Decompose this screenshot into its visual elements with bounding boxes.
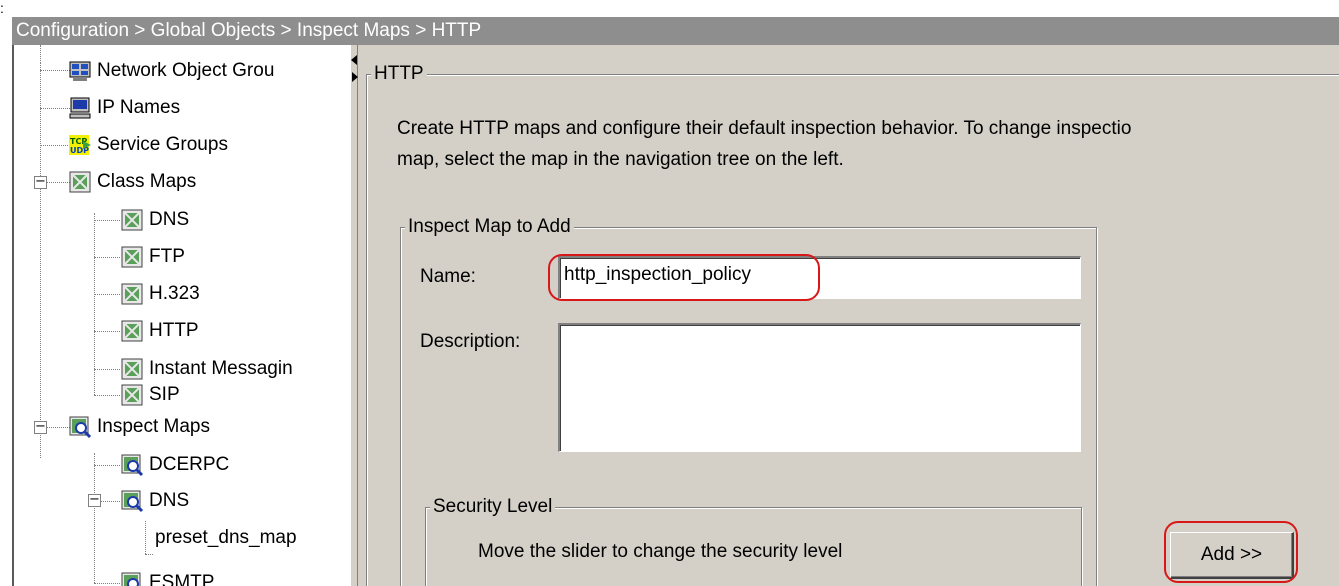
class-map-icon [120,208,144,232]
corner-mark: : [0,0,4,16]
ip-names-icon [68,96,92,120]
class-map-icon [120,357,144,381]
tree-item-label: Instant Messagin [149,358,293,379]
tree-item-label: Class Maps [97,171,197,192]
tree-item-label: HTTP [149,320,199,341]
tree-item-label: DCERPC [149,454,230,475]
breadcrumb: Configuration > Global Objects > Inspect… [12,17,1339,45]
http-description-line1: Create HTTP maps and configure their def… [397,118,1132,139]
tree-item-label: DNS [149,209,190,230]
tree-item-class-maps[interactable]: Class Maps [68,166,196,198]
tree-item-inspect-maps[interactable]: Inspect Maps [68,411,210,443]
name-input[interactable]: http_inspection_policy [558,256,1081,299]
tree-item-label: Inspect Maps [97,416,210,437]
tree-item-class-http[interactable]: HTTP [120,315,199,347]
tree-item-label: FTP [149,246,185,267]
inspect-map-to-add-legend: Inspect Map to Add [405,216,574,238]
name-label: Name: [420,266,476,287]
tree-item-ip-names[interactable]: IP Names [68,92,180,124]
http-description-line2: map, select the map in the navigation tr… [397,149,844,170]
tree-item-preset-dns-map[interactable]: preset_dns_map [150,522,297,554]
pane-splitter[interactable] [350,45,358,586]
class-maps-expander[interactable]: − [34,175,47,189]
tree-item-class-h323[interactable]: H.323 [120,278,200,310]
collapse-left-arrow-icon[interactable] [351,55,357,65]
add-button[interactable]: Add >> [1170,532,1294,579]
inspect-map-icon [120,453,144,477]
description-label: Description: [420,331,521,352]
tree-item-label: preset_dns_map [155,527,297,548]
tree-item-label: ESMTP [149,572,215,586]
inspect-map-icon [68,415,92,439]
inspect-maps-expander[interactable]: − [34,420,47,434]
tree-item-label: DNS [149,490,190,511]
inspect-map-icon [120,489,144,513]
http-groupbox-legend: HTTP [371,63,427,85]
class-map-icon [120,245,144,269]
tree-item-inspect-dcerpc[interactable]: DCERPC [120,449,229,481]
network-object-group-icon [68,59,92,83]
dns-inspect-expander[interactable]: − [88,493,101,507]
tcp-udp-service-groups-icon: TCP UDP [68,133,92,157]
tree-item-class-sip[interactable]: SIP [120,379,180,411]
http-config-panel: HTTP Create HTTP maps and configure thei… [358,45,1339,586]
tree-item-service-groups[interactable]: TCP UDP Service Groups [68,129,228,161]
tree-item-label: SIP [149,384,180,405]
security-level-hint: Move the slider to change the security l… [478,541,843,562]
navigation-tree[interactable]: − − − Network Object Grou IP Names TCP UD… [12,45,350,586]
tree-item-label: IP Names [97,97,181,118]
tree-item-label: Service Groups [97,134,228,155]
description-textarea[interactable] [558,323,1081,452]
tree-item-class-ftp[interactable]: FTP [120,241,185,273]
tree-item-class-dns[interactable]: DNS [120,204,189,236]
tree-item-inspect-esmtp[interactable]: ESMTP [120,567,214,586]
inspect-map-icon [120,571,144,586]
tree-item-label: Network Object Grou [97,60,275,81]
tree-item-network-object-group[interactable]: Network Object Grou [68,55,274,87]
class-map-icon [120,319,144,343]
class-map-icon [68,170,92,194]
class-map-icon [120,383,144,407]
tree-item-label: H.323 [149,283,200,304]
class-map-icon [120,282,144,306]
tree-item-inspect-dns[interactable]: DNS [120,485,189,517]
security-level-legend: Security Level [430,496,556,518]
